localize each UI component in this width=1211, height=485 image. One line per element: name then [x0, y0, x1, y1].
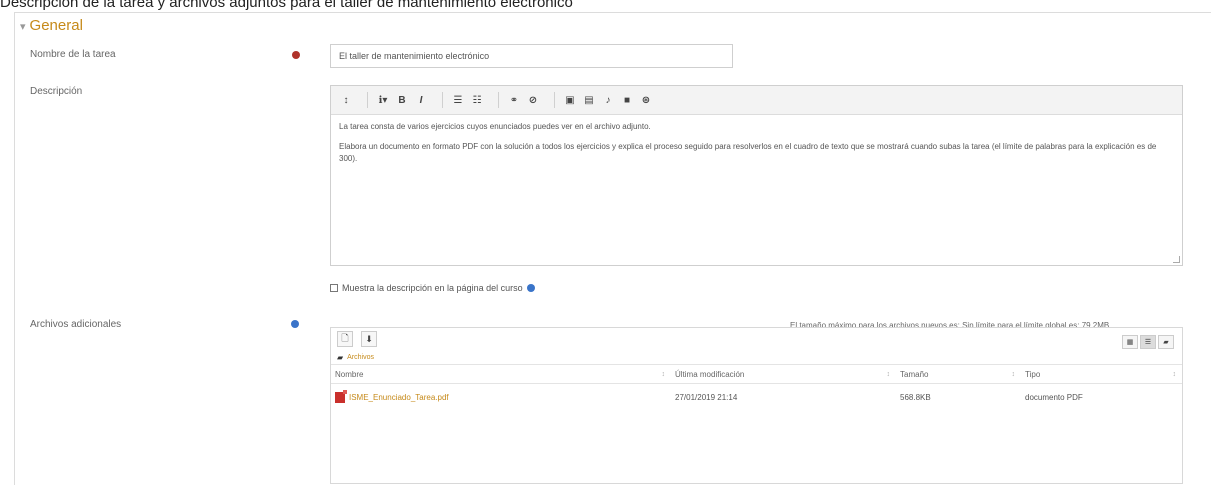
description-label: Descripción	[30, 86, 83, 97]
image-button[interactable]: ▣	[561, 91, 579, 109]
record-video-button[interactable]: ■	[618, 91, 636, 109]
file-modified-cell: 27/01/2019 21:14	[675, 392, 738, 402]
pdf-file-icon	[335, 389, 347, 403]
media-button[interactable]: ▤	[580, 91, 598, 109]
collapse-toolbar-button[interactable]: ↕	[337, 91, 355, 109]
unordered-list-button[interactable]: ☰	[449, 91, 467, 109]
manage-files-button[interactable]: ⊛	[637, 91, 655, 109]
download-all-icon[interactable]: ⬇	[361, 331, 377, 347]
sort-icon: ↕	[1172, 370, 1177, 378]
resize-grip[interactable]	[1173, 256, 1180, 263]
column-name[interactable]: Nombre ↕	[331, 365, 671, 383]
column-size[interactable]: Tamaño ↕	[896, 365, 1021, 383]
sort-icon: ↕	[886, 370, 891, 378]
paragraph-style-button[interactable]: ℹ▾	[374, 91, 392, 109]
task-name-input[interactable]	[330, 44, 733, 68]
view-switcher: ▦ ☰ ▰	[1122, 335, 1174, 349]
add-file-icon[interactable]: 🗋	[337, 331, 353, 347]
editor-content[interactable]: La tarea consta de varios ejercicios cuy…	[331, 115, 1182, 179]
column-type[interactable]: Tipo ↕	[1021, 365, 1182, 383]
unlink-button[interactable]: ⊘	[524, 91, 542, 109]
file-row[interactable]: ISME_Enunciado_Tarea.pdf 27/01/2019 21:1…	[331, 384, 1182, 410]
description-editor[interactable]: ↕ ℹ▾ B I ☰ ☷ ⚭ ⊘ ▣ ▤ ♪ ■ ⊛ La tarea cons…	[330, 85, 1183, 266]
file-manager: 🗋 ⬇ ▦ ☰ ▰ ▰ Archivos Nombre ↕ Última modi…	[330, 327, 1183, 484]
toolbar-separator	[498, 92, 499, 108]
toolbar-separator	[554, 92, 555, 108]
description-paragraph: Elabora un documento en formato PDF con …	[339, 142, 1157, 163]
toolbar-separator	[442, 92, 443, 108]
icon-view-button[interactable]: ▦	[1122, 335, 1138, 349]
section-title: General	[29, 17, 83, 34]
bold-button[interactable]: B	[393, 91, 411, 109]
required-icon	[292, 51, 300, 59]
show-description-checkbox[interactable]	[330, 284, 338, 292]
italic-button[interactable]: I	[412, 91, 430, 109]
collapse-caret-icon: ▾	[20, 21, 26, 33]
file-name-link[interactable]: ISME_Enunciado_Tarea.pdf	[349, 393, 449, 402]
page-caption: Descripción de la tarea y archivos adjun…	[0, 0, 573, 11]
task-name-label: Nombre de la tarea	[30, 49, 116, 60]
ordered-list-button[interactable]: ☷	[468, 91, 486, 109]
additional-files-label: Archivos adicionales	[30, 319, 122, 330]
column-modified[interactable]: Última modificación ↕	[671, 365, 896, 383]
breadcrumb: ▰ Archivos	[331, 350, 1182, 364]
help-icon[interactable]	[526, 284, 535, 292]
file-table-header: Nombre ↕ Última modificación ↕ Tamaño ↕ Tip…	[331, 364, 1182, 384]
file-size-cell: 568.8KB	[900, 392, 931, 402]
description-paragraph: La tarea consta de varios ejercicios cuy…	[339, 122, 651, 131]
file-name-cell: ISME_Enunciado_Tarea.pdf	[331, 389, 671, 403]
show-description-option[interactable]: Muestra la descripción en la página del …	[330, 283, 535, 293]
record-audio-button[interactable]: ♪	[599, 91, 617, 109]
show-description-label: Muestra la descripción en la página del …	[342, 283, 523, 293]
sort-icon: ↕	[661, 370, 666, 378]
toolbar-separator	[367, 92, 368, 108]
breadcrumb-root[interactable]: Archivos	[347, 354, 374, 361]
help-icon[interactable]	[291, 320, 299, 328]
file-type-cell: documento PDF	[1025, 392, 1083, 402]
sort-icon: ↕	[1011, 370, 1016, 378]
link-button[interactable]: ⚭	[505, 91, 523, 109]
folder-icon: ▰	[337, 352, 344, 362]
editor-toolbar: ↕ ℹ▾ B I ☰ ☷ ⚭ ⊘ ▣ ▤ ♪ ■ ⊛	[331, 86, 1182, 115]
tree-view-button[interactable]: ▰	[1158, 335, 1174, 349]
file-manager-toolbar: 🗋 ⬇	[331, 328, 1182, 350]
list-view-button[interactable]: ☰	[1140, 335, 1156, 349]
section-general-header[interactable]: ▾ General	[20, 17, 83, 34]
